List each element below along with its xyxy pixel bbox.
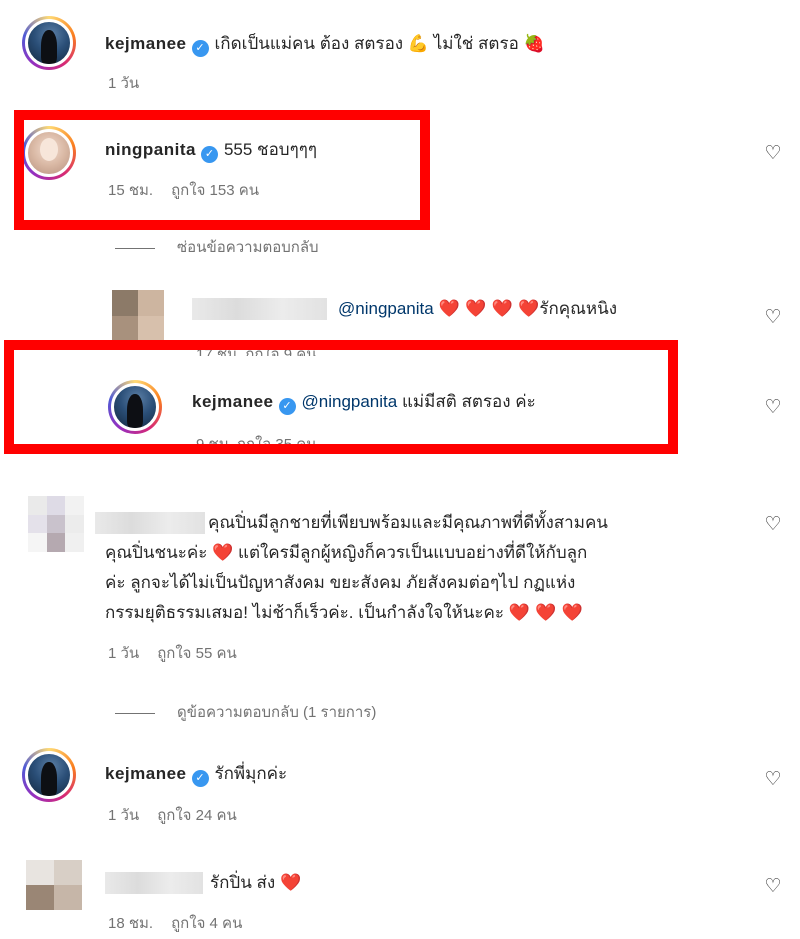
comment-line: คุณปิ่นชนะค่ะ ❤️ แต่ใครมีลูกผู้หญิงก็ควร…	[105, 538, 587, 568]
comment-time: 1 วัน	[108, 75, 140, 92]
comment-text: คุณปิ่นชนะค่ะ	[105, 543, 208, 562]
verified-badge-icon: ✓	[191, 770, 209, 787]
heart-outline-icon[interactable]: ♡	[763, 515, 783, 535]
comment-time: 1 วัน	[108, 645, 140, 662]
comment-meta: 1 วัน ถูกใจ 24 คน	[108, 803, 255, 827]
comment-text: รักปิ่น ส่ง	[210, 873, 276, 892]
comment-text: แต่ใครมีลูกผู้หญิงก็ควรเป็นแบบอย่างที่ดี…	[238, 543, 588, 562]
comment-line: กรรมยุติธรรมเสมอ! ไม่ช้าก็เร็วค่ะ. เป็นก…	[105, 598, 583, 628]
red-heart: ❤️	[279, 873, 302, 893]
like-count[interactable]: ถูกใจ 55 คน	[157, 645, 237, 662]
username[interactable]: kejmanee	[105, 764, 187, 783]
comment-line: รักปิ่น ส่ง ❤️	[210, 872, 301, 894]
flexed-arm-emoji: 💪	[407, 34, 429, 54]
verified-badge-icon: ✓	[191, 40, 209, 57]
avatar[interactable]	[26, 860, 82, 910]
comment-meta: 1 วัน ถูกใจ 55 คน	[108, 641, 255, 665]
reply-line: @ningpanita ❤️ ❤️ ❤️ ❤️รักคุณหนิง	[338, 298, 617, 320]
comment-time: 18 ชม.	[108, 915, 154, 932]
comment-text-2: ไม่ใช่ สตรอ	[433, 34, 519, 53]
heart-outline-icon[interactable]: ♡	[763, 308, 783, 328]
mention-link[interactable]: @ningpanita	[338, 299, 434, 318]
heart-outline-icon[interactable]: ♡	[763, 144, 783, 164]
strawberry-emoji: 🍓	[523, 34, 545, 54]
highlight-box	[4, 340, 678, 454]
comment-text: รักพี่มุกค่ะ	[214, 764, 288, 783]
comment-text: คุณปิ่นมีลูกชายที่เพียบพร้อมและมีคุณภาพท…	[208, 513, 608, 532]
avatar[interactable]	[22, 748, 76, 802]
heart-outline-icon[interactable]: ♡	[763, 877, 783, 897]
comment-meta: 1 วัน	[108, 71, 157, 95]
comment-text: ค่ะ ลูกจะได้ไม่เป็นปัญหาสังคม ขยะสังคม ภ…	[105, 573, 576, 592]
red-heart: ❤️	[212, 543, 234, 563]
comment-line: kejmanee ✓ รักพี่มุกค่ะ	[105, 763, 287, 787]
highlight-box	[14, 110, 430, 230]
heart-outline-icon[interactable]: ♡	[763, 770, 783, 790]
blurred-username	[192, 298, 327, 320]
avatar[interactable]	[22, 16, 76, 70]
like-count[interactable]: ถูกใจ 24 คน	[157, 807, 237, 824]
comment-text: กรรมยุติธรรมเสมอ! ไม่ช้าก็เร็วค่ะ. เป็นก…	[105, 603, 505, 622]
comment-time: 1 วัน	[108, 807, 140, 824]
red-hearts: ❤️ ❤️ ❤️ ❤️	[438, 299, 540, 319]
heart-outline-icon[interactable]: ♡	[763, 398, 783, 418]
red-hearts: ❤️ ❤️ ❤️	[508, 603, 584, 623]
avatar[interactable]	[28, 496, 84, 552]
view-replies-button[interactable]: ดูข้อความตอบกลับ (1 รายการ)	[115, 700, 376, 724]
avatar[interactable]	[112, 290, 164, 342]
username[interactable]: kejmanee	[105, 34, 187, 53]
comment-line: kejmanee ✓ เกิดเป็นแม่คน ต้อง สตรอง 💪 ไม่ใ…	[105, 33, 545, 57]
hide-replies-button[interactable]: ซ่อนข้อความตอบกลับ	[115, 235, 319, 259]
blurred-username	[95, 512, 205, 534]
reply-text: รักคุณหนิง	[539, 299, 618, 318]
comment-text: เกิดเป็นแม่คน ต้อง สตรอง	[214, 34, 404, 53]
blurred-username	[105, 872, 203, 894]
like-count[interactable]: ถูกใจ 4 คน	[171, 915, 242, 932]
comment-meta: 18 ชม. ถูกใจ 4 คน	[108, 911, 260, 935]
